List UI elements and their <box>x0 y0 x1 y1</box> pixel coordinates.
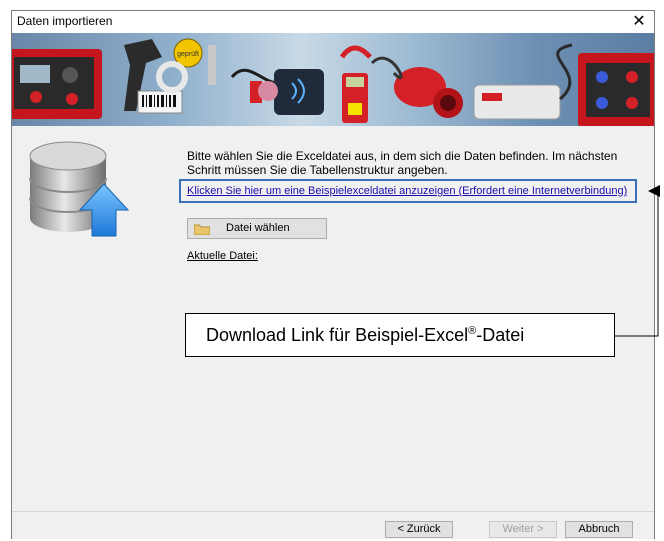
instruction-text: Bitte wählen Sie die Exceldatei aus, in … <box>187 149 618 177</box>
next-button[interactable]: Weiter > <box>489 521 557 538</box>
multimeter <box>339 45 372 123</box>
adapter-box <box>473 43 573 120</box>
cancel-button[interactable]: Abbruch <box>565 521 633 538</box>
import-dialog: Daten importieren ✕ geprüft Bitte wählen… <box>11 10 655 539</box>
callout-text-suffix: -Datei <box>476 325 525 345</box>
banner-image: geprüft <box>12 38 654 126</box>
rfid-reader <box>258 69 324 115</box>
choose-file-label: Datei wählen <box>226 222 290 234</box>
button-bar: < Zurück Weiter > Abbruch <box>12 511 654 539</box>
callout-text-main: Download Link für Beispiel-Excel <box>206 325 469 345</box>
test-case-right <box>578 53 654 126</box>
title-bar: Daten importieren ✕ <box>12 11 654 33</box>
test-case-left <box>12 49 102 119</box>
database-upload-icon <box>26 136 136 251</box>
callout-text: Download Link für Beispiel-Excel®-Datei <box>206 325 524 346</box>
product-banner: geprüft <box>12 33 654 126</box>
barcode-scanner <box>124 39 183 114</box>
example-file-link[interactable]: Klicken Sie hier um eine Beispielexcelda… <box>187 185 627 197</box>
folder-icon <box>193 223 211 238</box>
choose-file-button[interactable]: Datei wählen <box>187 218 327 239</box>
window-title: Daten importieren <box>17 14 113 28</box>
badge-label: geprüft <box>177 51 199 58</box>
current-file-label: Aktuelle Datei: <box>187 250 258 262</box>
back-button[interactable]: < Zurück <box>385 521 453 538</box>
example-link-highlight: Klicken Sie hier um eine Beispielexcelda… <box>179 179 637 203</box>
close-button[interactable]: ✕ <box>624 11 654 33</box>
annotation-callout: Download Link für Beispiel-Excel®-Datei <box>185 313 615 357</box>
cee-plug <box>370 56 463 118</box>
